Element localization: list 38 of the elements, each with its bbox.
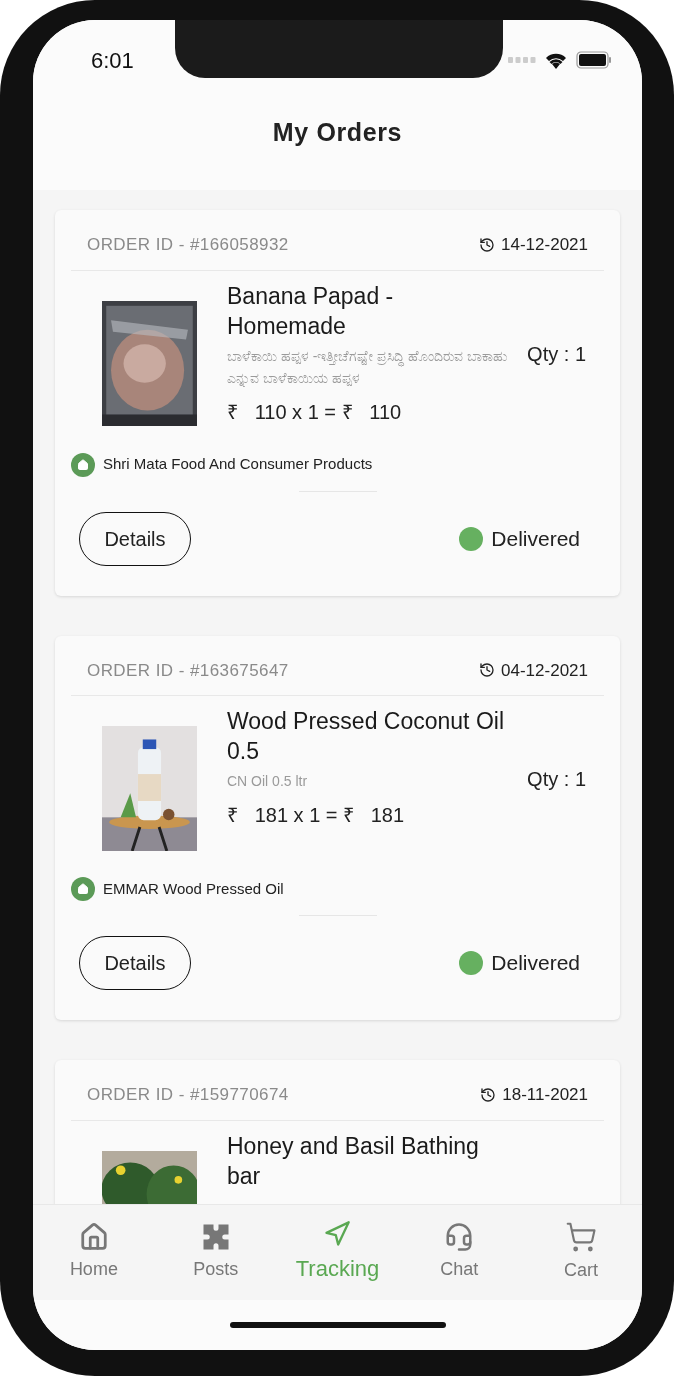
quantity: Qty : 1 [527, 341, 587, 367]
signal-icon [508, 57, 536, 63]
shop-badge-icon [71, 877, 95, 901]
nav-tab[interactable]: Chat [414, 1222, 505, 1283]
battery-icon [576, 51, 612, 69]
wifi-icon [544, 51, 568, 69]
order-date: 04-12-2021 [501, 659, 588, 682]
status-time: 6:01 [91, 46, 134, 75]
history-icon [479, 662, 496, 679]
product-title: Banana Papad - Homemade [227, 281, 395, 341]
nav-tab[interactable]: Home [48, 1222, 139, 1283]
history-icon [480, 1086, 497, 1103]
product-title: Honey and Basil Bathing bar [227, 1131, 480, 1191]
order-status: Delivered [491, 525, 580, 552]
order-status: Delivered [491, 950, 580, 977]
quantity: Qty : 1 [527, 766, 587, 792]
order-id: ORDER ID - #163675647 [87, 659, 289, 682]
nav-tab[interactable]: Cart [536, 1221, 627, 1284]
order-date: 14-12-2021 [501, 234, 588, 256]
order-date: 18-11-2021 [502, 1084, 588, 1106]
nav-tab[interactable]: Posts [170, 1222, 261, 1283]
cart-icon [565, 1221, 598, 1253]
product-description: CN Oil 0.5 ltr [227, 772, 309, 791]
home-icon [78, 1222, 109, 1252]
order-id: ORDER ID - #159770674 [87, 1084, 289, 1106]
product-description: ಬಾಳೆಕಾಯಿ ಹಪ್ಪಳ -ಇತ್ತೀಚೆಗಷ್ಟೇ ಪ್ರಸಿದ್ಧಿ ಹೊಂದಿರುವ ಬಾಕಾಹು ಎನ್ನುವ ಬಾಳೆಕಾಯಿಯ ಹಪ್ಪಳ [227, 346, 509, 389]
product-title: Wood Pressed Coconut Oil 0.5 [227, 707, 505, 766]
shop-badge-icon [71, 452, 95, 477]
headset-icon [444, 1222, 475, 1252]
paper-plane-icon [323, 1220, 352, 1248]
price: ₹ 110 x 1 = ₹ 110 [227, 399, 403, 425]
price: ₹ 181 x 1 = ₹ 181 [227, 803, 406, 828]
order-id: ORDER ID - #166058932 [87, 234, 289, 256]
page-title: My Orders [272, 117, 403, 149]
seller-name: EMMAR Wood Pressed Oil [103, 878, 284, 899]
history-icon [479, 236, 496, 253]
nav-tab[interactable]: Tracking [292, 1220, 383, 1285]
seller-name: Shri Mata Food And Consumer Products [103, 454, 373, 475]
